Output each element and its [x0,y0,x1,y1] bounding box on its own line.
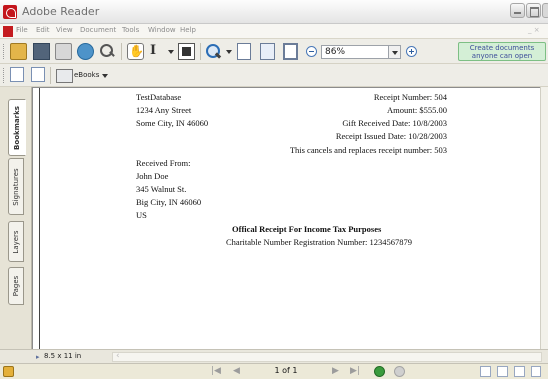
org-street: 1234 Any Street [136,105,192,115]
single-page-layout-icon[interactable] [480,366,491,377]
horizontal-scrollbar[interactable] [112,351,542,362]
toolbar-separator [200,43,201,60]
tab-bookmarks[interactable]: Bookmarks [8,99,26,156]
toolbar-separator [50,67,51,84]
tab-layers[interactable]: Layers [8,221,24,262]
actual-size-icon[interactable] [237,43,251,60]
last-page-icon[interactable]: ▶| [350,366,360,376]
org-city: Some City, IN 46060 [136,118,209,128]
tab-layers-label: Layers [12,229,20,254]
tab-pages[interactable]: Pages [8,267,24,305]
zoom-in-icon[interactable] [406,46,417,57]
go-back-icon[interactable] [374,366,385,377]
maximize-button[interactable] [526,3,541,18]
tab-signatures-label: Signatures [12,167,20,206]
toolbar-grip[interactable] [3,44,6,59]
menu-bar: File Edit View Document Tools Window Hel… [0,24,548,39]
hand-tool-icon[interactable] [127,43,144,60]
fit-width-icon[interactable] [283,43,298,60]
menu-edit[interactable]: Edit [36,26,50,34]
zoom-tool-dropdown-icon[interactable] [226,50,232,54]
navigation-pane-tabs: Bookmarks Signatures Layers Pages [0,87,32,349]
donor-country: US [136,210,147,220]
go-forward-icon[interactable] [394,366,405,377]
adobe-reader-icon [3,5,17,19]
previous-page-icon[interactable]: ◀ [233,366,240,376]
promo-line-2: anyone can open [471,52,533,60]
document-icon [3,26,13,37]
zoom-out-icon[interactable] [306,46,317,57]
page-navigation-bar: |◀ ◀ 1 of 1 ▶ ▶| [0,363,548,379]
document-view[interactable]: TestDatabase 1234 Any Street Some City, … [32,87,540,349]
toolbar-grip[interactable] [3,68,6,83]
menu-file[interactable]: File [16,26,28,34]
pdf-page: TestDatabase 1234 Any Street Some City, … [39,88,531,349]
main-toolbar: I 86% Create documents anyone can open [0,39,548,64]
title-bar: Adobe Reader [0,0,548,24]
charity-registration-number: Charitable Number Registration Number: 1… [226,237,413,247]
search-icon[interactable] [99,43,116,60]
window-title: Adobe Reader [22,5,100,18]
snapshot-icon[interactable] [178,43,195,60]
menu-help[interactable]: Help [180,26,196,34]
zoom-tool-icon[interactable] [205,43,222,60]
org-name: TestDatabase [136,92,182,102]
open-icon[interactable] [10,43,27,60]
close-button[interactable] [542,3,548,18]
zoom-dropdown-button[interactable] [389,45,401,59]
tab-bookmarks-label: Bookmarks [13,105,21,150]
promo-line-1: Create documents [469,44,535,52]
donor-name: John Doe [136,171,169,181]
email-icon[interactable] [77,43,94,60]
document-window-controls[interactable]: _ × [528,26,540,34]
attach-icon[interactable] [31,67,45,82]
continuous-facing-layout-icon[interactable] [531,366,541,377]
page-size-arrow-icon[interactable]: ▸ [36,353,40,361]
continuous-layout-icon[interactable] [497,366,508,377]
ebooks-button[interactable]: eBooks [55,68,101,83]
select-dropdown-icon[interactable] [168,50,174,54]
select-text-icon[interactable]: I [150,43,167,60]
gift-received-date: Gift Received Date: 10/8/2003 [342,118,447,128]
menu-window[interactable]: Window [148,26,176,34]
print-icon[interactable] [55,43,72,60]
receipt-amount: Amount: $555.00 [387,105,447,115]
donor-city: Big City, IN 46060 [136,197,202,207]
receipt-heading: Offical Receipt For Income Tax Purposes [232,224,382,234]
security-icon[interactable] [3,366,14,377]
toolbar-separator [121,43,122,60]
page-size-bar: ▸ 8.5 x 11 in [0,349,548,363]
ebooks-label: eBooks [74,71,100,79]
menu-document[interactable]: Document [80,26,116,34]
minimize-button[interactable] [510,3,525,18]
facing-layout-icon[interactable] [514,366,525,377]
replaces-receipt-note: This cancels and replaces receipt number… [289,145,447,155]
export-icon[interactable] [10,67,24,82]
menu-tools[interactable]: Tools [122,26,139,34]
receipt-number: Receipt Number: 504 [373,92,447,102]
create-documents-promo[interactable]: Create documents anyone can open [458,42,546,61]
save-icon[interactable] [33,43,50,60]
page-size-label: 8.5 x 11 in [44,352,82,360]
next-page-icon[interactable]: ▶ [332,366,339,376]
tab-pages-label: Pages [12,275,20,297]
zoom-level-field[interactable]: 86% [321,45,389,59]
page-indicator[interactable]: 1 of 1 [245,365,327,378]
received-from-label: Received From: [136,158,191,168]
first-page-icon[interactable]: |◀ [211,366,221,376]
tab-signatures[interactable]: Signatures [8,158,24,215]
ebooks-dropdown-icon[interactable] [102,74,108,78]
fit-page-icon[interactable] [260,43,275,60]
receipt-issued-date: Receipt Issued Date: 10/28/2003 [335,131,447,141]
menu-view[interactable]: View [56,26,73,34]
secondary-toolbar: eBooks [0,64,548,87]
vertical-scrollbar[interactable] [540,87,548,349]
donor-street: 345 Walnut St. [136,184,187,194]
